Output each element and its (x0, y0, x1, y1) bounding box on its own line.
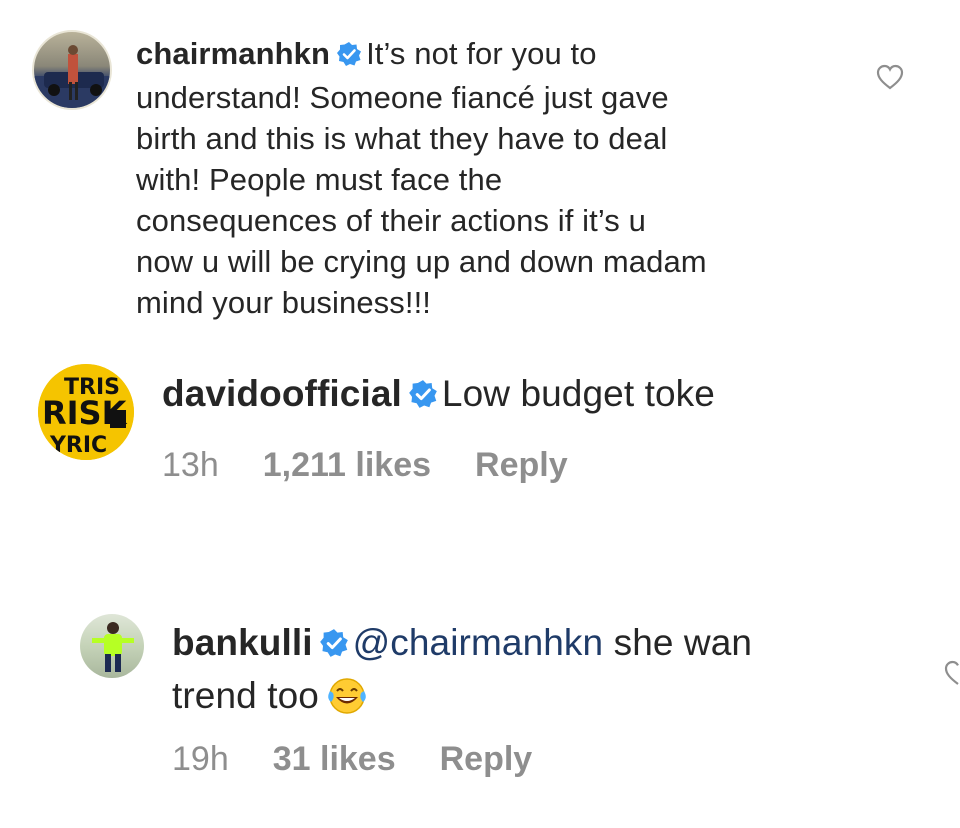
like-heart-icon[interactable] (876, 64, 904, 95)
verified-badge-icon (319, 621, 349, 671)
comment-line: It’s not for you to (366, 36, 597, 71)
comment-timestamp: 19h (172, 740, 229, 778)
username-davidoofficial[interactable]: davidoofficial (162, 373, 402, 414)
avatar-bankulli[interactable] (80, 614, 144, 678)
comment-davidoofficial: TRIS RISK YRIC davidoofficial Low budget … (0, 340, 960, 520)
avatar-chairmanhkn[interactable] (32, 30, 112, 110)
tears-of-joy-emoji-icon (325, 676, 369, 729)
avatar-davidoofficial[interactable]: TRIS RISK YRIC (38, 364, 134, 460)
avatar-photo-icon (34, 45, 110, 108)
comment-body: trend too (172, 675, 319, 716)
comment-text-chairmanhkn: chairmanhkn It’s not for you to understan… (136, 33, 856, 323)
comment-meta-davidoofficial: 13h 1,211 likes Reply (162, 446, 612, 485)
like-heart-icon[interactable] (944, 660, 960, 691)
comment-body: she wan (613, 622, 753, 663)
likes-count-button[interactable]: 1,211 likes (263, 446, 431, 484)
verified-badge-icon (408, 375, 438, 419)
comment-text-bankulli: bankulli @chairmanhkn she wan trend too (172, 618, 752, 729)
username-bankulli[interactable]: bankulli (172, 622, 313, 663)
comment-line: birth and this is what they have to deal (136, 121, 668, 156)
likes-count-button[interactable]: 31 likes (273, 740, 396, 778)
comment-chairmanhkn: chairmanhkn It’s not for you to understan… (0, 0, 960, 340)
comment-line: understand! Someone fiancé just gave (136, 80, 669, 115)
mention-link[interactable]: @chairmanhkn (353, 622, 604, 663)
svg-text:YRIC: YRIC (49, 433, 107, 458)
comment-body: Low budget toke (441, 373, 715, 414)
comment-line: with! People must face the (136, 162, 503, 197)
reply-button[interactable]: Reply (475, 446, 568, 484)
comment-line: mind your business!!! (136, 285, 432, 320)
comment-line: now u will be crying up and down madam (136, 244, 707, 279)
comment-bankulli: bankulli @chairmanhkn she wan trend too 1… (0, 600, 960, 828)
risky-lyrics-logo-icon: TRIS RISK YRIC (38, 364, 134, 460)
comment-line: consequences of their actions if it’s u (136, 203, 646, 238)
comment-timestamp: 13h (162, 446, 219, 484)
verified-badge-icon (336, 36, 362, 77)
comment-meta-bankulli: 19h 31 likes Reply (172, 740, 576, 779)
username-chairmanhkn[interactable]: chairmanhkn (136, 36, 330, 71)
comment-text-davidoofficial: davidoofficial Low budget toke (162, 372, 715, 419)
avatar-photo-icon (92, 622, 134, 672)
reply-button[interactable]: Reply (440, 740, 533, 778)
